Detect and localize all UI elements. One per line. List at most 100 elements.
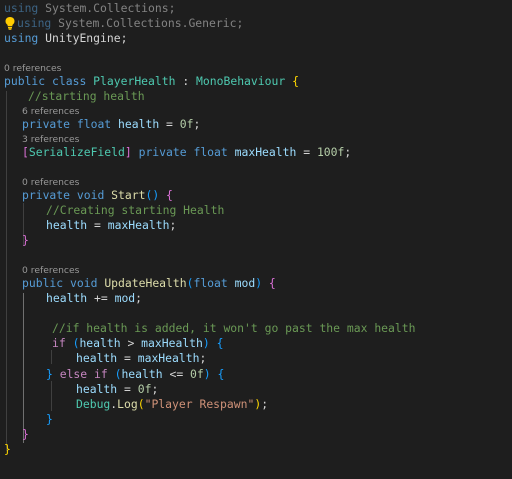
open-brace: {	[217, 367, 225, 381]
code-line-class-close[interactable]: }	[4, 441, 11, 457]
variable-name: health	[76, 351, 118, 365]
keyword-if: if	[94, 367, 108, 381]
variable-name: health	[76, 382, 118, 396]
class-name: Debug	[76, 397, 111, 411]
comment-text: //Creating starting Health	[46, 203, 225, 217]
close-brace: }	[46, 412, 53, 426]
semicolon: ;	[261, 397, 269, 411]
variable-name: health	[46, 291, 88, 305]
open-brace: {	[166, 188, 173, 202]
code-line-comment[interactable]: //if health is added, it won't go past t…	[52, 320, 415, 336]
namespace-name: System.Collections;	[45, 1, 176, 15]
field-name: health	[118, 117, 160, 131]
operator: +=	[87, 291, 115, 305]
code-line-else-body-assign[interactable]: health = 0f;	[76, 381, 158, 397]
number-literal: 0f	[137, 382, 152, 396]
keyword-else: else	[59, 367, 88, 381]
keyword-void: void	[70, 276, 98, 290]
class-name: PlayerHealth	[93, 74, 176, 88]
keyword-private: private	[22, 188, 71, 202]
base-class-name: MonoBehaviour	[196, 74, 286, 88]
operator: >	[120, 336, 142, 350]
code-line-class-declaration[interactable]: public class PlayerHealth : MonoBehaviou…	[4, 73, 299, 89]
semicolon: ;	[169, 218, 177, 232]
number-literal: 0f	[179, 117, 194, 131]
method-name: UpdateHealth	[104, 276, 187, 290]
code-line-using-unityengine[interactable]: using UnityEngine;	[4, 30, 127, 46]
number-literal: 0f	[190, 367, 204, 381]
variable-name: health	[121, 367, 163, 381]
parameter-name: mod	[234, 276, 256, 290]
close-brace: }	[22, 233, 29, 247]
variable-name: maxHealth	[141, 336, 203, 350]
colon: :	[175, 74, 197, 88]
code-line-close-brace[interactable]: }	[46, 411, 53, 427]
code-line-health-add[interactable]: health += mod;	[46, 290, 142, 306]
semicolon: ;	[135, 291, 143, 305]
close-paren: )	[203, 367, 211, 381]
keyword-float: float	[193, 276, 228, 290]
field-name: maxHealth	[234, 145, 297, 159]
operator: =	[117, 382, 138, 396]
keyword-float: float	[76, 117, 112, 131]
lightbulb-icon[interactable]	[4, 16, 16, 30]
code-line-comment[interactable]: //Creating starting Health	[46, 202, 224, 218]
code-line-health-field[interactable]: private float health = 0f;	[22, 116, 200, 132]
code-line-comment[interactable]: //starting health	[28, 88, 145, 104]
code-line-else-if[interactable]: } else if (health <= 0f) {	[46, 366, 224, 382]
code-line-start-body[interactable]: health = maxHealth;	[46, 217, 176, 233]
attribute-name: SerializeField	[28, 145, 125, 159]
close-brace: }	[22, 427, 29, 441]
code-line-maxhealth-field[interactable]: [SerializeField] private float maxHealth…	[22, 144, 351, 160]
operator: =	[159, 117, 180, 131]
indent-guide	[51, 350, 52, 364]
keyword-void: void	[76, 188, 105, 202]
code-line-debug-log[interactable]: Debug.Log("Player Respawn");	[76, 396, 268, 412]
code-line-close-brace[interactable]: }	[22, 232, 29, 248]
namespace-name: System.Collections.Generic;	[58, 16, 244, 30]
keyword-public: public	[22, 276, 64, 290]
open-brace: {	[268, 276, 276, 290]
close-paren: )	[202, 336, 210, 350]
code-line-using-collections[interactable]: using System.Collections;	[4, 0, 175, 16]
variable-name: mod	[114, 291, 136, 305]
keyword-using: using	[17, 16, 52, 30]
operator: <=	[162, 367, 191, 381]
comment-text: //if health is added, it won't go past t…	[52, 321, 416, 335]
open-paren: (	[137, 397, 145, 411]
variable-name: health	[79, 336, 121, 350]
semicolon: ;	[151, 382, 159, 396]
code-editor[interactable]: using System.Collections; using System.C…	[0, 0, 512, 479]
variable-name: maxHealth	[107, 218, 170, 232]
string-literal: "Player Respawn"	[144, 397, 255, 411]
keyword-private: private	[22, 117, 71, 131]
namespace-name: UnityEngine;	[45, 31, 128, 45]
open-brace: {	[292, 74, 299, 88]
open-brace: {	[216, 336, 224, 350]
keyword-class: class	[52, 74, 87, 88]
open-bracket: [	[22, 145, 29, 159]
code-line-if-condition[interactable]: if (health > maxHealth) {	[52, 335, 223, 351]
operator: =	[117, 351, 138, 365]
indent-guide-active	[23, 293, 24, 443]
keyword-private: private	[138, 145, 187, 159]
parentheses: ()	[145, 188, 160, 202]
close-bracket: ]	[124, 145, 132, 159]
semicolon: ;	[193, 117, 201, 131]
indent-guide	[6, 91, 7, 451]
code-line-start-signature[interactable]: private void Start() {	[22, 187, 173, 203]
code-line-close-brace[interactable]: }	[22, 426, 29, 442]
keyword-if: if	[52, 336, 66, 350]
operator: =	[296, 145, 317, 159]
code-line-if-body[interactable]: health = maxHealth;	[76, 350, 206, 366]
code-line-updatehealth-signature[interactable]: public void UpdateHealth(float mod) {	[22, 275, 276, 291]
method-name: Log	[117, 397, 138, 411]
semicolon: ;	[344, 145, 352, 159]
keyword-float: float	[193, 145, 228, 159]
operator: =	[87, 218, 108, 232]
comment-text: //starting health	[28, 89, 145, 103]
code-line-using-generic[interactable]: using System.Collections.Generic;	[17, 15, 244, 31]
keyword-using: using	[4, 31, 39, 45]
close-paren: )	[255, 276, 263, 290]
keyword-public: public	[4, 74, 46, 88]
